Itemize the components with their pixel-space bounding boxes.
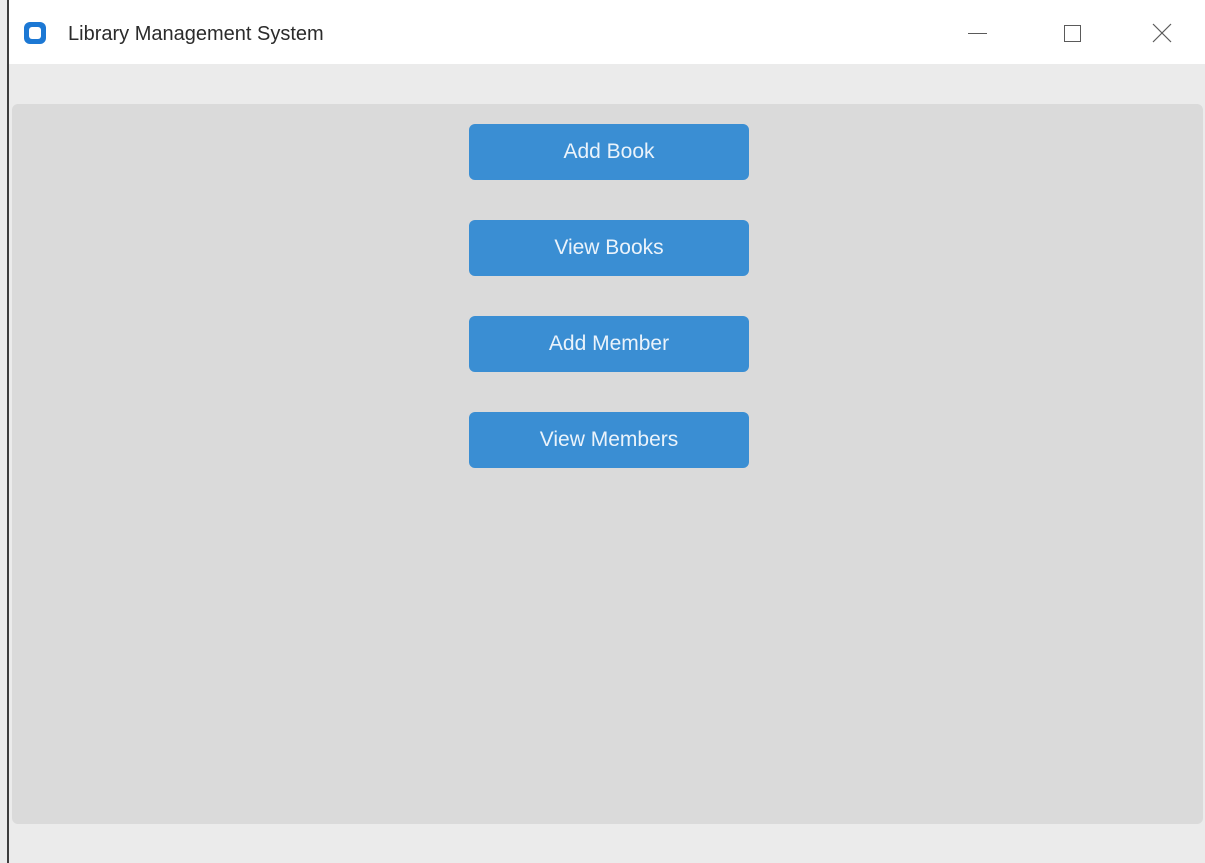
view-books-button[interactable]: View Books xyxy=(469,220,749,276)
minimize-icon xyxy=(967,32,987,34)
add-member-button[interactable]: Add Member xyxy=(469,316,749,372)
maximize-icon xyxy=(1063,24,1081,42)
add-book-button[interactable]: Add Book xyxy=(469,124,749,180)
title-bar[interactable]: Library Management System xyxy=(9,0,1205,64)
app-window: Library Management System Add Book View … xyxy=(0,0,1205,863)
minimize-button[interactable] xyxy=(954,14,1000,52)
window-title: Library Management System xyxy=(68,23,324,45)
app-icon xyxy=(24,22,46,44)
maximize-button[interactable] xyxy=(1049,14,1095,52)
bottom-margin-strip xyxy=(9,825,1205,863)
close-button[interactable] xyxy=(1139,14,1185,52)
top-margin-strip xyxy=(9,64,1205,104)
view-members-button[interactable]: View Members xyxy=(469,412,749,468)
window-border xyxy=(7,0,9,863)
close-icon xyxy=(1152,23,1172,43)
